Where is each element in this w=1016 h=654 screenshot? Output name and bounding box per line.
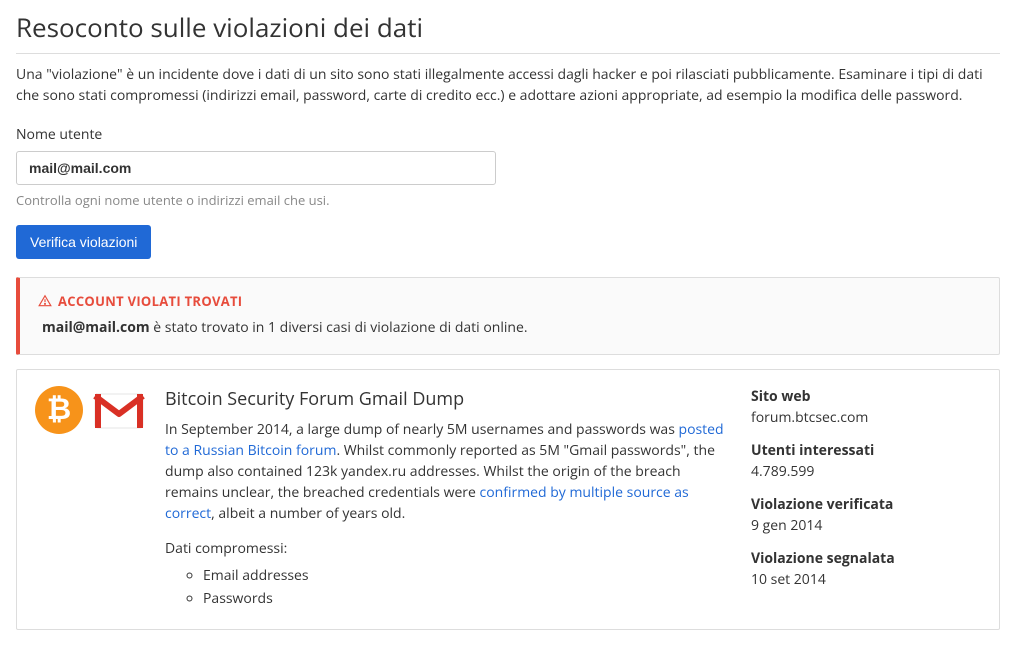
breach-alert: ACCOUNT VIOLATI TROVATI mail@mail.com è … [16,277,1000,356]
affected-value: 4.789.599 [751,461,981,482]
verified-value: 9 gen 2014 [751,515,981,536]
verified-label: Violazione verificata [751,494,981,515]
breach-card: ₿ Bitcoin Security Forum Gmail Dump In S… [16,369,1000,630]
breach-main: Bitcoin Security Forum Gmail Dump In Sep… [165,386,731,611]
breach-desc-part3: , albeit a number of years old. [211,504,405,523]
intro-text: Una "violazione" è un incidente dove i d… [16,64,1000,106]
username-help: Controlla ogni nome utente o indirizzi e… [16,191,1000,211]
bitcoin-icon: ₿ [35,386,83,440]
breach-description: In September 2014, a large dump of nearl… [165,419,731,524]
alert-title-text: ACCOUNT VIOLATI TROVATI [58,292,242,312]
breach-title: Bitcoin Security Forum Gmail Dump [165,386,731,413]
check-breaches-button[interactable]: Verifica violazioni [16,225,151,259]
reported-label: Violazione segnalata [751,548,981,569]
username-input[interactable] [16,151,496,185]
username-label: Nome utente [16,124,1000,145]
website-label: Sito web [751,386,981,407]
website-value: forum.btcsec.com [751,407,981,428]
warning-icon [38,294,52,308]
affected-label: Utenti interessati [751,440,981,461]
alert-email: mail@mail.com [42,318,150,337]
compromised-label: Dati compromessi: [165,538,731,559]
breach-side: Sito web forum.btcsec.com Utenti interes… [751,386,981,611]
reported-value: 10 set 2014 [751,569,981,590]
compromised-list: Email addresses Passwords [165,565,731,609]
breach-desc-part1: In September 2014, a large dump of nearl… [165,420,679,439]
list-item: Passwords [203,588,731,609]
gmail-icon [93,386,145,440]
page-title: Resoconto sulle violazioni dei dati [16,8,1000,47]
alert-title-row: ACCOUNT VIOLATI TROVATI [38,292,981,312]
alert-message: è stato trovato in 1 diversi casi di vio… [150,318,528,337]
list-item: Email addresses [203,565,731,586]
alert-body: mail@mail.com è stato trovato in 1 diver… [38,317,981,338]
divider [16,53,1000,54]
svg-text:₿: ₿ [47,393,71,426]
breach-icons: ₿ [35,386,145,611]
